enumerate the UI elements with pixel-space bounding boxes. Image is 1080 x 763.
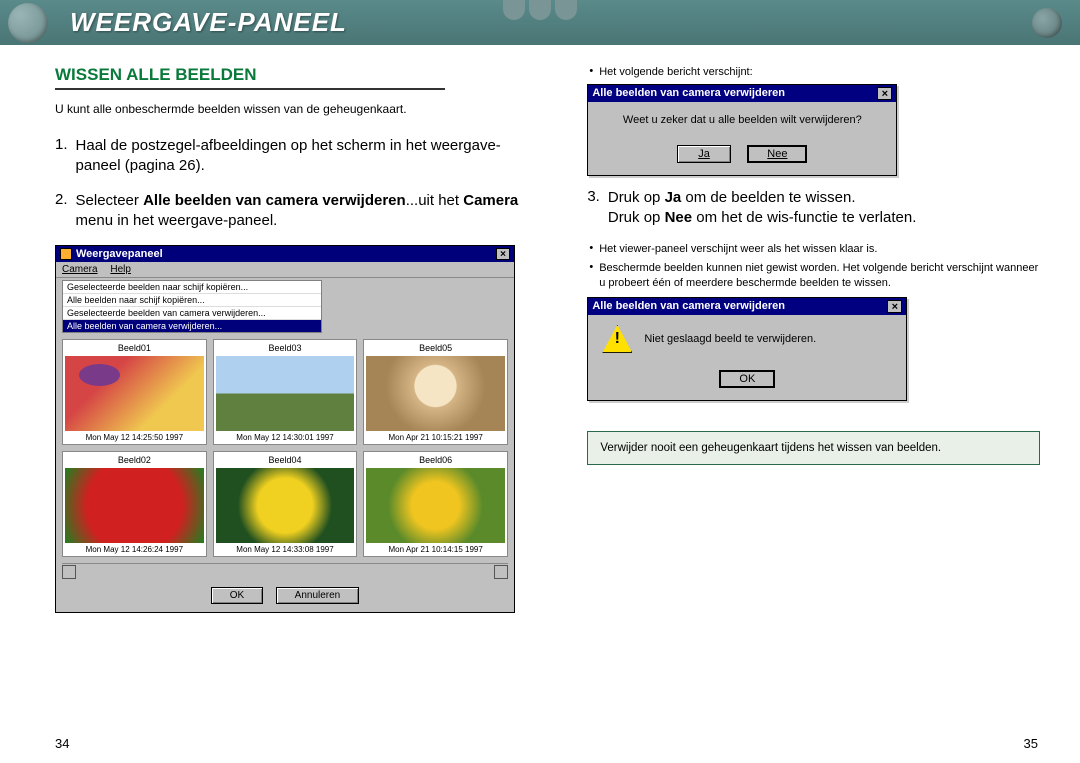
dialog-title: Alle beelden van camera verwijderen [592, 87, 785, 99]
bullet: • Het viewer-paneel verschijnt weer als … [587, 242, 1040, 257]
thumbnail-grid: Beeld01Mon May 12 14:25:50 1997Beeld03Mo… [56, 337, 514, 563]
thumbnail[interactable]: Beeld02Mon May 12 14:26:24 1997 [62, 451, 207, 557]
thumbnail[interactable]: Beeld01Mon May 12 14:25:50 1997 [62, 339, 207, 445]
menu-item[interactable]: Geselecteerde beelden van camera verwijd… [63, 307, 321, 320]
window-titlebar: Weergavepaneel × [56, 246, 514, 262]
cancel-button[interactable]: Annuleren [276, 587, 360, 604]
step-2: 2. Selecteer Alle beelden van camera ver… [55, 191, 527, 232]
step-3: 3. Druk op Ja om de beelden te wissen. D… [587, 188, 1040, 229]
menubar: Camera Help [56, 262, 514, 278]
page-title: WEERGAVE-PANEEL [70, 7, 347, 38]
error-dialog: Alle beelden van camera verwijderen × Ni… [587, 297, 907, 401]
section-title: WISSEN ALLE BEELDEN [55, 65, 445, 90]
menu-item[interactable]: Alle beelden naar schijf kopiëren... [63, 294, 321, 307]
dialog-message: Weet u zeker dat u alle beelden wilt ver… [588, 102, 896, 138]
warning-icon [602, 325, 632, 353]
step-1: 1. Haal de postzegel-afbeeldingen op het… [55, 136, 527, 177]
menu-item-highlighted[interactable]: Alle beelden van camera verwijderen... [63, 320, 321, 332]
close-icon[interactable]: × [877, 87, 892, 100]
ok-button[interactable]: OK [719, 370, 775, 388]
horizontal-scrollbar[interactable] [62, 563, 508, 577]
bullet: • Het volgende bericht verschijnt: [587, 65, 1040, 80]
thumbnail[interactable]: Beeld03Mon May 12 14:30:01 1997 [213, 339, 358, 445]
screenshot-viewer-panel: Weergavepaneel × Camera Help Geselecteer… [55, 245, 515, 613]
intro-text: U kunt alle onbeschermde beelden wissen … [55, 102, 527, 116]
header-bar: WEERGAVE-PANEEL [0, 0, 1080, 45]
header-tabs [503, 0, 577, 20]
thumbnail[interactable]: Beeld05Mon Apr 21 10:15:21 1997 [363, 339, 508, 445]
thumbnail[interactable]: Beeld04Mon May 12 14:33:08 1997 [213, 451, 358, 557]
header-ornament-right [1032, 8, 1062, 38]
page-number-right: 35 [1024, 736, 1038, 751]
close-icon[interactable]: × [887, 300, 902, 313]
no-button[interactable]: Nee [747, 145, 807, 163]
app-icon [60, 248, 72, 260]
menu-camera[interactable]: Camera [62, 264, 98, 275]
camera-menu-dropdown: Geselecteerde beelden naar schijf kopiër… [62, 280, 322, 333]
confirm-dialog: Alle beelden van camera verwijderen × We… [587, 84, 897, 176]
thumbnail[interactable]: Beeld06Mon Apr 21 10:14:15 1997 [363, 451, 508, 557]
dialog-message: Niet geslaagd beeld te verwijderen. [644, 333, 816, 345]
caution-note: Verwijder nooit een geheugenkaart tijden… [587, 431, 1040, 465]
page-number-left: 34 [55, 736, 69, 751]
menu-item[interactable]: Geselecteerde beelden naar schijf kopiër… [63, 281, 321, 294]
menu-help[interactable]: Help [110, 264, 131, 275]
dialog-title: Alle beelden van camera verwijderen [592, 300, 785, 312]
bullet: • Beschermde beelden kunnen niet gewist … [587, 261, 1040, 291]
yes-button[interactable]: Ja [677, 145, 731, 163]
ok-button[interactable]: OK [211, 587, 263, 604]
close-icon[interactable]: × [496, 248, 510, 260]
header-ornament-left [8, 3, 48, 43]
